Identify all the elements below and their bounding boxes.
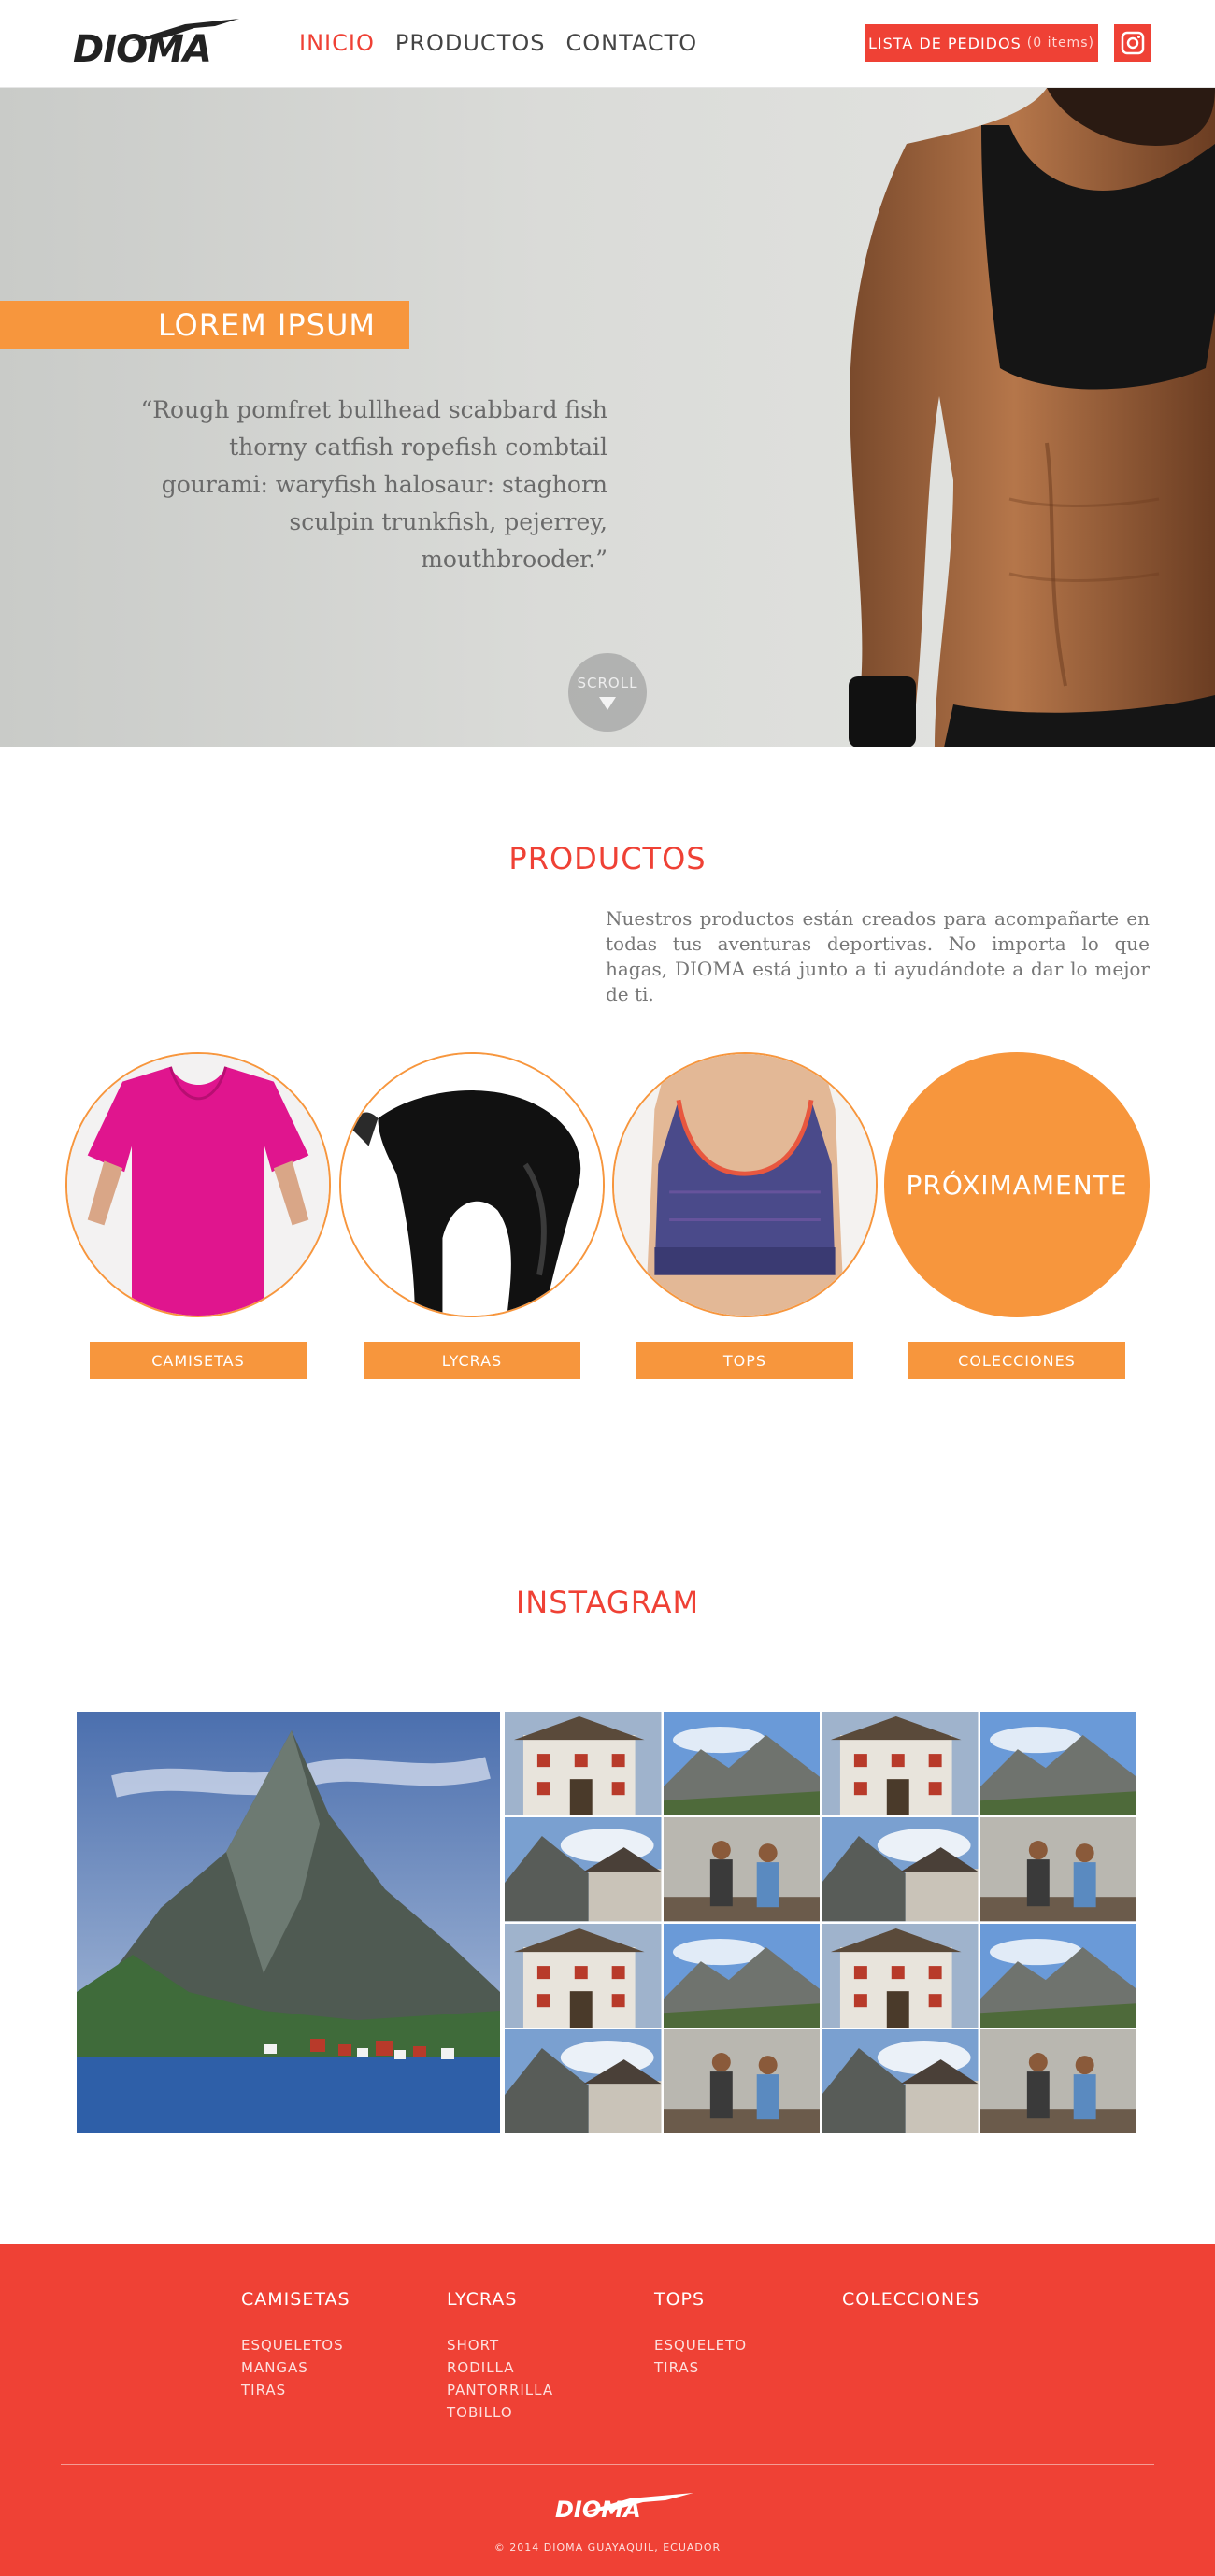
- sports-top-image: [614, 1054, 876, 1316]
- footer-logo-text: DIOMA: [555, 2497, 641, 2523]
- hut-photo-image: [822, 2028, 979, 2133]
- hero-title: LOREM IPSUM: [157, 307, 376, 343]
- house-photo-image: [505, 1712, 662, 1816]
- footer-link[interactable]: PANTORRILLA: [447, 2379, 553, 2401]
- hut-photo-image: [505, 1817, 662, 1922]
- instagram-photo[interactable]: [505, 1712, 662, 1816]
- logo-text: DIOMA: [73, 28, 212, 71]
- footer-link[interactable]: SHORT: [447, 2334, 553, 2356]
- hut-photo-image: [505, 2028, 662, 2133]
- couple-photo-image: [663, 2028, 820, 2133]
- footer-link[interactable]: TOBILLO: [447, 2401, 553, 2424]
- mountains-photo-image: [663, 1923, 820, 2028]
- instagram-photo[interactable]: [979, 1817, 1136, 1922]
- category-image-camisetas[interactable]: [65, 1052, 331, 1317]
- category-image-tops[interactable]: [612, 1052, 878, 1317]
- instagram-photo[interactable]: [822, 2028, 979, 2133]
- instagram-photo[interactable]: [663, 1923, 820, 2028]
- copyright-text: © 2014 DIOMA GUAYAQUIL, ECUADOR: [493, 2541, 722, 2554]
- instagram-photo[interactable]: [505, 1817, 662, 1922]
- footer-link[interactable]: TIRAS: [241, 2379, 350, 2401]
- hero-quote: “Rough pomfret bullhead scabbard fish th…: [140, 396, 608, 573]
- nav-contacto[interactable]: CONTACTO: [565, 30, 697, 56]
- house-photo-image: [822, 1712, 979, 1816]
- instagram-photo[interactable]: [663, 1712, 820, 1816]
- site-footer: CAMISETAS ESQUELETOS MANGAS TIRAS LYCRAS…: [0, 2244, 1215, 2576]
- footer-link[interactable]: ESQUELETO: [654, 2334, 747, 2356]
- instagram-photo[interactable]: [822, 1712, 979, 1816]
- category-button-tops[interactable]: TOPS: [636, 1342, 853, 1379]
- couple-photo-image: [979, 1817, 1136, 1922]
- instagram-photo[interactable]: [663, 1817, 820, 1922]
- footer-column-lycras: LYCRAS SHORT RODILLA PANTORRILLA TOBILLO: [447, 2289, 553, 2424]
- footer-logo[interactable]: DIOMA: [555, 2491, 693, 2525]
- instagram-photo[interactable]: [505, 1923, 662, 2028]
- category-lycras: LYCRAS: [339, 1052, 605, 1379]
- category-button-camisetas[interactable]: CAMISETAS: [90, 1342, 307, 1379]
- instagram-featured-photo[interactable]: [77, 1712, 500, 2133]
- nav-inicio[interactable]: INICIO: [299, 30, 375, 56]
- pink-tshirt-image: [67, 1054, 329, 1316]
- instagram-photo[interactable]: [979, 2028, 1136, 2133]
- instagram-title: INSTAGRAM: [515, 1585, 700, 1620]
- athlete-image: [849, 88, 1215, 747]
- mountain-lake-image: [77, 1712, 500, 2133]
- footer-column-title[interactable]: LYCRAS: [447, 2289, 553, 2310]
- scroll-button[interactable]: SCROLL: [568, 653, 647, 732]
- footer-link[interactable]: RODILLA: [447, 2356, 553, 2379]
- footer-column-colecciones: COLECCIONES: [842, 2289, 979, 2334]
- footer-column-camisetas: CAMISETAS ESQUELETOS MANGAS TIRAS: [241, 2289, 350, 2401]
- instagram-icon: [1121, 31, 1145, 55]
- category-button-colecciones[interactable]: COLECCIONES: [908, 1342, 1125, 1379]
- site-header: DIOMA INICIO PRODUCTOS CONTACTO LISTA DE…: [0, 0, 1215, 88]
- instagram-photo[interactable]: [505, 2028, 662, 2133]
- mountains-photo-image: [663, 1712, 820, 1816]
- instagram-button[interactable]: [1114, 24, 1151, 62]
- couple-photo-image: [979, 2028, 1136, 2133]
- instagram-photo[interactable]: [822, 1923, 979, 2028]
- category-colecciones: PRÓXIMAMENTE COLECCIONES: [884, 1052, 1150, 1379]
- hero-banner: LOREM IPSUM “Rough pomfret bullhead scab…: [0, 88, 1215, 747]
- house-photo-image: [505, 1923, 662, 2028]
- footer-column-title[interactable]: COLECCIONES: [842, 2289, 979, 2310]
- mountains-photo-image: [979, 1712, 1136, 1816]
- order-list-button[interactable]: LISTA DE PEDIDOS (0 items): [865, 24, 1098, 62]
- hut-photo-image: [822, 1817, 979, 1922]
- order-list-label: LISTA DE PEDIDOS: [868, 34, 1022, 52]
- products-description: Nuestros productos están creados para ac…: [606, 907, 1150, 1005]
- couple-photo-image: [663, 1817, 820, 1922]
- order-count: (0 items): [1026, 36, 1094, 50]
- coming-soon-label: PRÓXIMAMENTE: [906, 1169, 1128, 1201]
- nav-productos[interactable]: PRODUCTOS: [395, 30, 546, 56]
- black-lycra-image: [341, 1054, 603, 1316]
- footer-column-tops: TOPS ESQUELETO TIRAS: [654, 2289, 747, 2379]
- category-image-colecciones[interactable]: PRÓXIMAMENTE: [884, 1052, 1150, 1317]
- category-camisetas: CAMISETAS: [65, 1052, 331, 1379]
- instagram-photo-grid: [505, 1712, 1136, 2133]
- instagram-photo[interactable]: [822, 1817, 979, 1922]
- arrow-down-icon: [599, 697, 616, 710]
- instagram-photo[interactable]: [663, 2028, 820, 2133]
- footer-link[interactable]: TIRAS: [654, 2356, 747, 2379]
- category-image-lycras[interactable]: [339, 1052, 605, 1317]
- house-photo-image: [822, 1923, 979, 2028]
- instagram-photo[interactable]: [979, 1712, 1136, 1816]
- dioma-logo[interactable]: DIOMA: [73, 17, 243, 71]
- footer-divider: [61, 2464, 1154, 2465]
- footer-column-title[interactable]: TOPS: [654, 2289, 747, 2310]
- scroll-label: SCROLL: [577, 675, 638, 691]
- mountains-photo-image: [979, 1923, 1136, 2028]
- products-title: PRODUCTOS: [508, 841, 707, 876]
- instagram-photo[interactable]: [979, 1923, 1136, 2028]
- footer-link[interactable]: ESQUELETOS: [241, 2334, 350, 2356]
- category-button-lycras[interactable]: LYCRAS: [364, 1342, 580, 1379]
- footer-column-title[interactable]: CAMISETAS: [241, 2289, 350, 2310]
- footer-link[interactable]: MANGAS: [241, 2356, 350, 2379]
- main-nav: INICIO PRODUCTOS CONTACTO: [299, 30, 697, 56]
- category-tops: TOPS: [612, 1052, 878, 1379]
